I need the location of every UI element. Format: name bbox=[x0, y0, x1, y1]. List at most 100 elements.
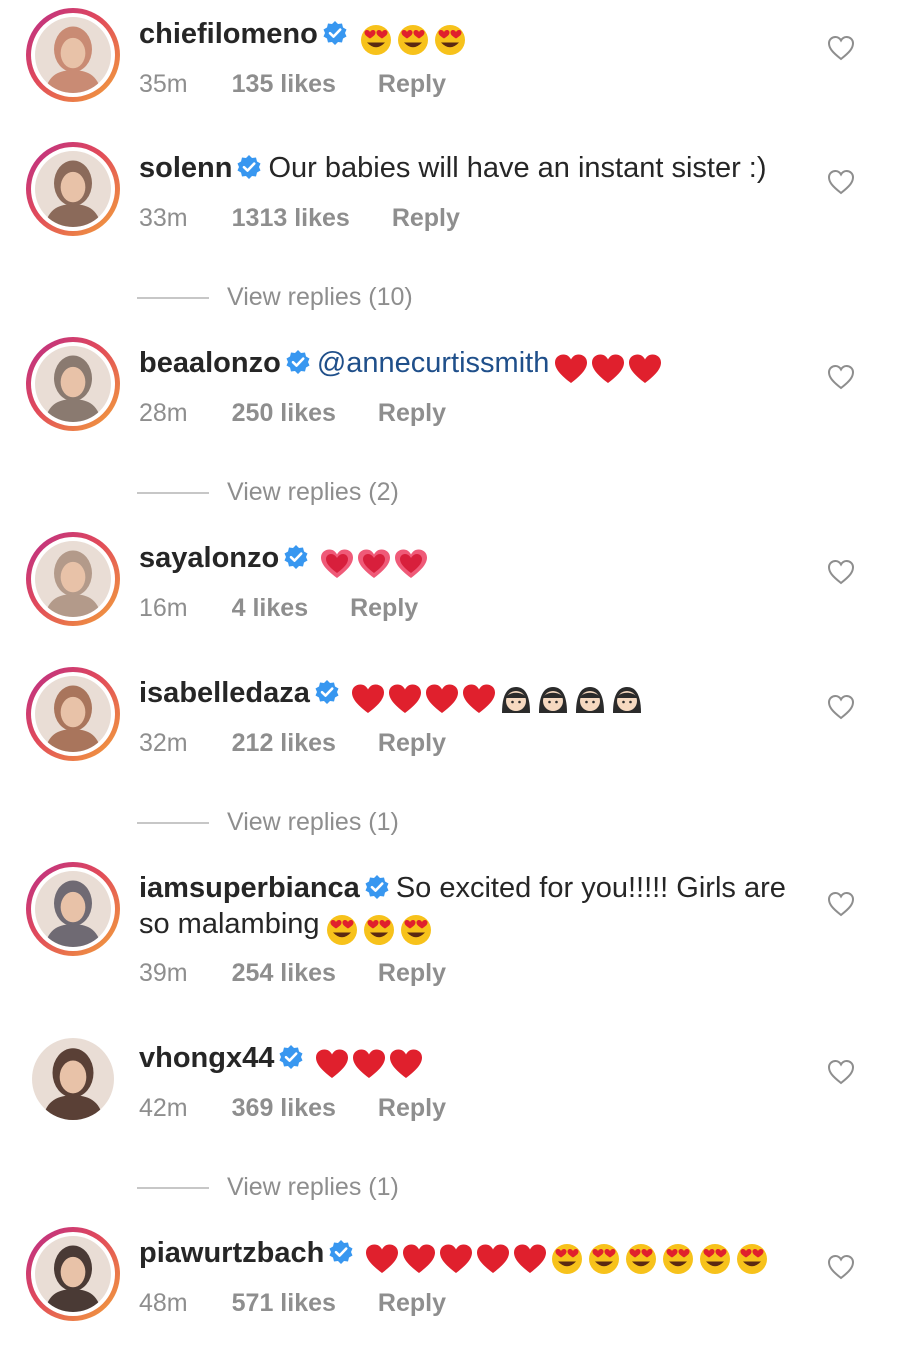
red-heart-emoji bbox=[627, 353, 663, 385]
like-count[interactable]: 135 likes bbox=[232, 70, 336, 99]
heart-eyes-emoji bbox=[398, 914, 434, 946]
view-replies-label: View replies (1) bbox=[227, 808, 399, 836]
comment-body: chiefilomeno bbox=[139, 16, 469, 57]
comment-item: solenn Our babies will have an instant si… bbox=[0, 142, 900, 313]
avatar[interactable] bbox=[26, 862, 120, 956]
username[interactable]: iamsuperbianca bbox=[139, 872, 360, 904]
heart-eyes-emoji bbox=[324, 914, 360, 946]
comment-item: iamsuperbianca So excited for you!!!!! Gi… bbox=[0, 862, 900, 999]
comment-body: beaalonzo @annecurtissmith bbox=[139, 345, 664, 386]
comment-body: piawurtzbach bbox=[139, 1235, 771, 1276]
avatar[interactable] bbox=[26, 8, 120, 102]
heart-eyes-emoji bbox=[358, 24, 394, 56]
comment-body: vhongx44 bbox=[139, 1040, 425, 1081]
red-heart-emoji bbox=[314, 1048, 350, 1080]
timestamp: 39m bbox=[139, 959, 188, 987]
view-replies-label: View replies (1) bbox=[227, 1173, 399, 1201]
reply-button[interactable]: Reply bbox=[378, 729, 446, 758]
view-replies-label: View replies (2) bbox=[227, 478, 399, 506]
mention-link[interactable]: @annecurtissmith bbox=[317, 347, 550, 379]
verified-badge-icon bbox=[314, 678, 340, 704]
emoji-group bbox=[314, 1045, 425, 1081]
reply-button[interactable]: Reply bbox=[392, 204, 460, 233]
comment-meta: 28m 250 likes Reply bbox=[139, 399, 446, 428]
reply-button[interactable]: Reply bbox=[378, 1094, 446, 1123]
username[interactable]: beaalonzo bbox=[139, 347, 281, 379]
timestamp: 32m bbox=[139, 729, 188, 757]
red-heart-emoji bbox=[364, 1243, 400, 1275]
username[interactable]: piawurtzbach bbox=[139, 1237, 324, 1269]
comment-item: beaalonzo @annecurtissmith 28m 250 likes Rep… bbox=[0, 337, 900, 508]
like-count[interactable]: 369 likes bbox=[232, 1094, 336, 1123]
comment-meta: 39m 254 likes Reply bbox=[139, 959, 446, 988]
view-replies-button[interactable]: View replies (1) bbox=[137, 1173, 399, 1202]
comment-meta: 48m 571 likes Reply bbox=[139, 1289, 446, 1318]
like-count[interactable]: 1313 likes bbox=[232, 204, 350, 233]
divider-line bbox=[137, 492, 209, 495]
avatar[interactable] bbox=[26, 1227, 120, 1321]
username[interactable]: isabelledaza bbox=[139, 677, 310, 709]
timestamp: 33m bbox=[139, 204, 188, 232]
heart-outline-icon[interactable] bbox=[827, 891, 855, 917]
reply-button[interactable]: Reply bbox=[378, 399, 446, 428]
heart-outline-icon[interactable] bbox=[827, 559, 855, 585]
reply-button[interactable]: Reply bbox=[378, 1289, 446, 1318]
heart-outline-icon[interactable] bbox=[827, 694, 855, 720]
like-count[interactable]: 212 likes bbox=[232, 729, 336, 758]
comment-meta: 35m 135 likes Reply bbox=[139, 70, 446, 99]
red-heart-emoji bbox=[553, 353, 589, 385]
divider-line bbox=[137, 297, 209, 300]
like-count[interactable]: 4 likes bbox=[232, 594, 308, 623]
verified-badge-icon bbox=[278, 1043, 304, 1069]
girl-emoji bbox=[572, 683, 608, 715]
like-count[interactable]: 571 likes bbox=[232, 1289, 336, 1318]
comment-body: isabelledaza bbox=[139, 675, 646, 716]
username[interactable]: chiefilomeno bbox=[139, 18, 318, 50]
avatar[interactable] bbox=[32, 1038, 114, 1120]
verified-badge-icon bbox=[328, 1238, 354, 1264]
view-replies-button[interactable]: View replies (1) bbox=[137, 808, 399, 837]
comment-body: sayalonzo bbox=[139, 540, 430, 581]
heart-eyes-emoji bbox=[734, 1243, 770, 1275]
avatar[interactable] bbox=[26, 142, 120, 236]
heart-outline-icon[interactable] bbox=[827, 1059, 855, 1085]
timestamp: 48m bbox=[139, 1289, 188, 1317]
emoji-group bbox=[324, 911, 435, 947]
view-replies-button[interactable]: View replies (2) bbox=[137, 478, 399, 507]
reply-button[interactable]: Reply bbox=[378, 70, 446, 99]
verified-badge-icon bbox=[364, 873, 390, 899]
pink-heart-emoji bbox=[393, 548, 429, 580]
timestamp: 16m bbox=[139, 594, 188, 622]
username[interactable]: sayalonzo bbox=[139, 542, 279, 574]
verified-badge-icon bbox=[285, 348, 311, 374]
comment-body: solenn Our babies will have an instant si… bbox=[139, 150, 767, 186]
username[interactable]: vhongx44 bbox=[139, 1042, 274, 1074]
comment-item: sayalonzo 16m 4 likes Reply bbox=[0, 532, 900, 634]
view-replies-button[interactable]: View replies (10) bbox=[137, 283, 413, 312]
emoji-group bbox=[319, 545, 430, 581]
username[interactable]: solenn bbox=[139, 152, 232, 184]
red-heart-emoji bbox=[475, 1243, 511, 1275]
heart-outline-icon[interactable] bbox=[827, 1254, 855, 1280]
avatar[interactable] bbox=[26, 337, 120, 431]
girl-emoji bbox=[535, 683, 571, 715]
avatar[interactable] bbox=[26, 532, 120, 626]
verified-badge-icon bbox=[322, 19, 348, 45]
avatar[interactable] bbox=[26, 667, 120, 761]
reply-button[interactable]: Reply bbox=[350, 594, 418, 623]
heart-outline-icon[interactable] bbox=[827, 364, 855, 390]
emoji-group bbox=[364, 1240, 771, 1276]
heart-outline-icon[interactable] bbox=[827, 35, 855, 61]
divider-line bbox=[137, 822, 209, 825]
heart-eyes-emoji bbox=[361, 914, 397, 946]
like-count[interactable]: 250 likes bbox=[232, 399, 336, 428]
red-heart-emoji bbox=[350, 683, 386, 715]
heart-eyes-emoji bbox=[395, 24, 431, 56]
comment-meta: 33m 1313 likes Reply bbox=[139, 204, 460, 233]
reply-button[interactable]: Reply bbox=[378, 959, 446, 988]
heart-outline-icon[interactable] bbox=[827, 169, 855, 195]
view-replies-label: View replies (10) bbox=[227, 283, 413, 311]
red-heart-emoji bbox=[512, 1243, 548, 1275]
comment-meta: 32m 212 likes Reply bbox=[139, 729, 446, 758]
like-count[interactable]: 254 likes bbox=[232, 959, 336, 988]
